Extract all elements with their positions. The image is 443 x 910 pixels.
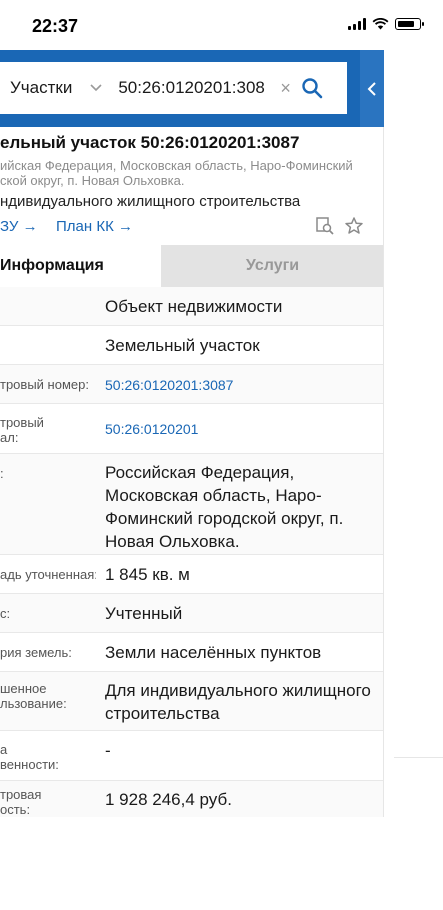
table-row: : Российская Федерация, Московская облас… <box>0 454 383 555</box>
table-row: Объект недвижимости <box>0 287 383 326</box>
object-address: ийская Федерация, Московская область, На… <box>0 158 380 188</box>
battery-level <box>397 20 414 27</box>
row-label: тровый ал: <box>0 415 44 445</box>
row-value: Российская Федерация, Московская область… <box>105 463 344 551</box>
search-type-select[interactable]: Участки <box>10 78 72 98</box>
star-icon[interactable] <box>344 216 364 236</box>
copy-search-icon[interactable] <box>315 216 335 236</box>
wifi-icon <box>372 18 389 30</box>
row-label: шенное льзование: <box>0 681 67 711</box>
row-label: с: <box>0 606 11 621</box>
divider <box>394 757 443 758</box>
screen: 22:37 Участки 50:26:0120201:308 × ельный… <box>0 0 443 910</box>
object-address-line: ийская Федерация, Московская область, На… <box>0 158 353 173</box>
tab-services[interactable]: Услуги <box>161 245 383 287</box>
table-row: Земельный участок <box>0 326 383 365</box>
table-row: а венности: - <box>0 731 383 781</box>
row-value: 1 928 246,4 руб. <box>105 790 232 809</box>
search-input[interactable]: 50:26:0120201:308 <box>118 78 268 98</box>
object-purpose: ндивидуального жилищного строительства <box>0 193 301 210</box>
status-time: 22:37 <box>32 16 79 36</box>
object-address-line: ской округ, п. Новая Ольховка. <box>0 173 185 188</box>
table-row: тровая ость: 1 928 246,4 руб. <box>0 781 383 817</box>
search-bar: Участки 50:26:0120201:308 × <box>0 62 347 114</box>
table-row: тровый номер: 50:26:0120201:3087 <box>0 365 383 404</box>
table-row: рия земель: Земли населённых пунктов <box>0 633 383 672</box>
row-label: а венности: <box>0 742 59 772</box>
row-label: : <box>0 466 4 481</box>
row-value: Для индивидуального жилищного строительс… <box>105 681 371 723</box>
row-label: тровый номер: <box>0 377 89 392</box>
chevron-left-icon <box>367 81 376 96</box>
table-row: тровый ал: 50:26:0120201 <box>0 404 383 454</box>
tabs: Информация Услуги <box>0 245 383 287</box>
cadastral-quarter-link[interactable]: 50:26:0120201 <box>105 418 375 441</box>
clear-icon[interactable]: × <box>280 79 291 97</box>
battery-icon <box>395 18 424 30</box>
table-row: шенное льзование: Для индивидуального жи… <box>0 672 383 731</box>
row-label: рия земель: <box>0 645 72 660</box>
tab-information[interactable]: Информация <box>0 245 161 287</box>
plan-kk-link[interactable]: План КК → <box>56 218 133 235</box>
table-row: с: Учтенный <box>0 594 383 633</box>
cellular-signal-icon <box>348 18 366 30</box>
panel-collapse-button[interactable] <box>360 50 384 127</box>
row-label: адь уточненная: <box>0 567 96 582</box>
row-value: Земельный участок <box>105 336 260 355</box>
row-value: 1 845 кв. м <box>105 565 190 584</box>
status-icons <box>348 18 424 30</box>
row-value: Земли населённых пунктов <box>105 643 322 662</box>
zu-link[interactable]: ЗУ → <box>0 218 38 235</box>
chevron-down-icon[interactable] <box>90 84 102 92</box>
info-panel: ельный участок 50:26:0120201:3087 ийская… <box>0 127 384 817</box>
row-value: Учтенный <box>105 604 183 623</box>
search-icon[interactable] <box>301 77 323 99</box>
row-label: тровая ость: <box>0 787 42 817</box>
row-value: - <box>105 741 111 760</box>
attributes-table: Объект недвижимости Земельный участок тр… <box>0 287 383 817</box>
table-row: адь уточненная: 1 845 кв. м <box>0 555 383 594</box>
status-bar: 22:37 <box>0 0 443 50</box>
cadastral-number-link[interactable]: 50:26:0120201:3087 <box>105 374 375 397</box>
row-value: Объект недвижимости <box>105 297 283 316</box>
object-title: ельный участок 50:26:0120201:3087 <box>0 133 300 152</box>
